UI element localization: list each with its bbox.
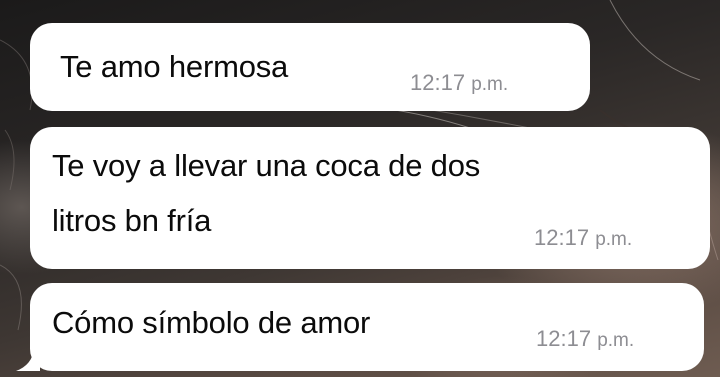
message-text-line-2: litros bn fría [52, 203, 212, 238]
timestamp-period: p.m. [595, 229, 633, 250]
message-bubble-2[interactable]: Te voy a llevar una coca de dos litros b… [30, 127, 710, 269]
timestamp-time: 12:17 [534, 225, 590, 250]
message-timestamp: 12:17 p.m. [410, 70, 508, 96]
timestamp-period: p.m. [471, 74, 509, 95]
timestamp-period: p.m. [597, 330, 635, 351]
message-text-line-1: Te voy a llevar una coca de dos [52, 148, 481, 183]
message-text: Te amo hermosa [60, 49, 289, 84]
message-timestamp: 12:17 p.m. [534, 225, 632, 251]
message-text: Cómo símbolo de amor [52, 305, 371, 340]
timestamp-time: 12:17 [536, 326, 592, 351]
bubble-tail [16, 347, 40, 371]
message-timestamp: 12:17 p.m. [536, 326, 634, 352]
message-bubble-3[interactable]: Cómo símbolo de amor 12:17 p.m. [30, 283, 704, 371]
timestamp-time: 12:17 [410, 70, 466, 95]
message-bubble-1[interactable]: Te amo hermosa 12:17 p.m. [30, 23, 590, 111]
